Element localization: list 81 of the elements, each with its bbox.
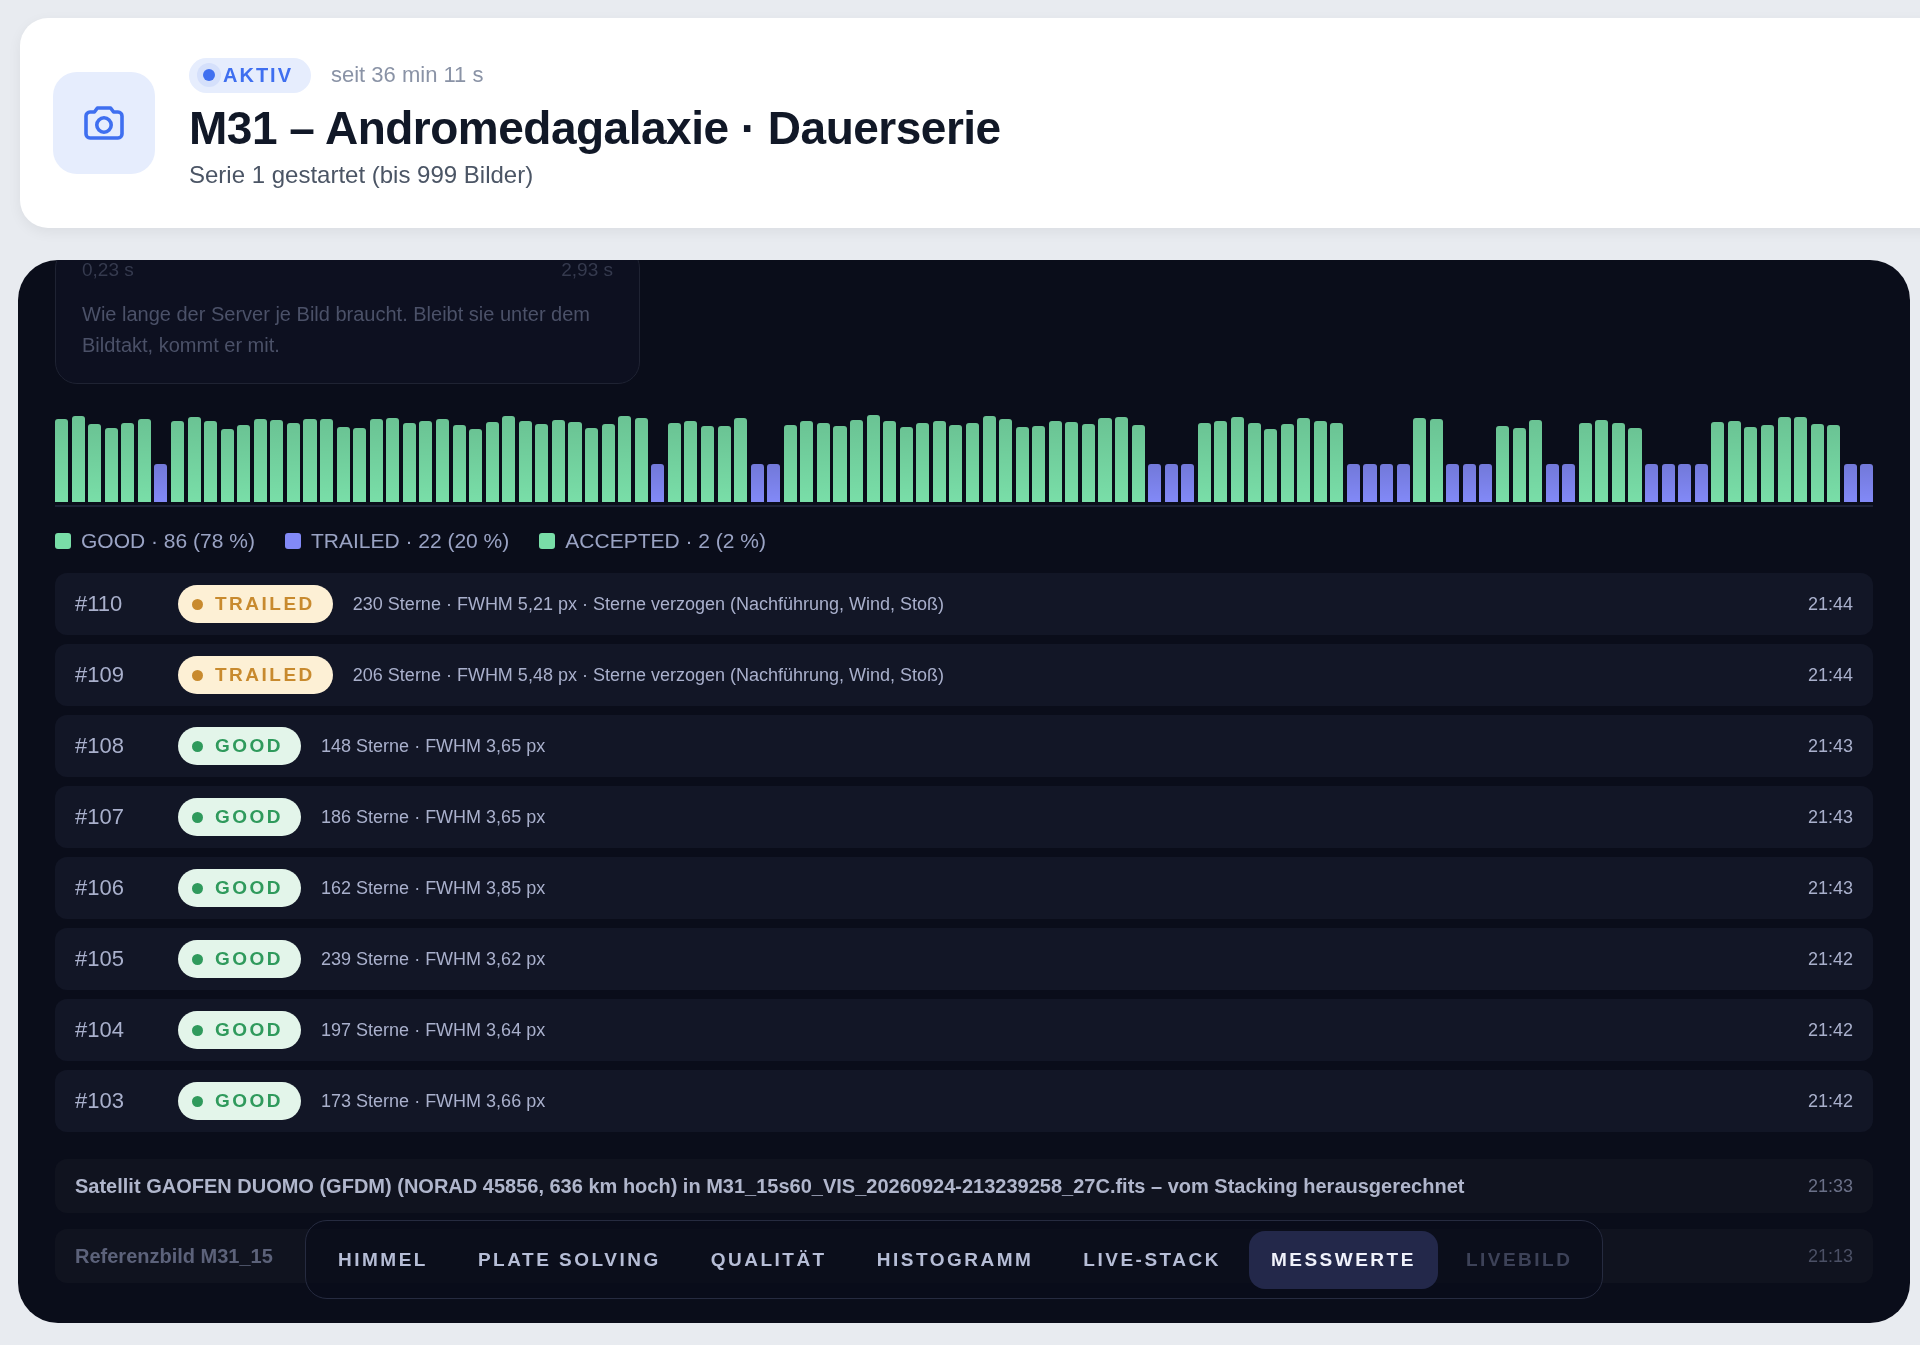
tab[interactable]: PLATE SOLVING <box>455 1230 683 1289</box>
frame-details: 230 Sterne · FWHM 5,21 px · Sterne verzogen (Nachführung, Wind, Stoß) <box>352 593 946 615</box>
legend-label: ACCEPTED · 2 (2 %) <box>565 529 766 553</box>
frame-time: 21:44 <box>1807 664 1853 686</box>
frame-bar <box>651 464 665 502</box>
frame-time: 21:43 <box>1807 735 1853 757</box>
frame-bar <box>1346 464 1360 502</box>
frame-number: #108 <box>75 733 125 759</box>
frame-row[interactable]: #107 GOOD 186 Sterne · FWHM 3,65 px 21:43 <box>55 786 1873 848</box>
card-description: Wie lange der Server je Bild braucht. Bleibt sie unter dem Bildtakt, kommt er mit. <box>82 302 592 358</box>
tab[interactable]: HISTOGRAMM <box>854 1230 1056 1289</box>
frame-time: 21:42 <box>1807 948 1853 970</box>
event-time: 21:33 <box>1807 1175 1853 1197</box>
status-badge: GOOD <box>178 727 302 765</box>
frame-bar <box>1148 464 1162 502</box>
elapsed-time: seit 36 min 11 s <box>331 62 484 88</box>
frame-bar <box>1462 464 1476 502</box>
frame-time: 21:43 <box>1807 806 1853 828</box>
frame-bar <box>1396 464 1410 502</box>
frame-details: 206 Sterne · FWHM 5,48 px · Sterne verzogen (Nachführung, Wind, Stoß) <box>352 664 946 686</box>
frame-number: #103 <box>75 1088 125 1114</box>
tab[interactable]: HIMMEL <box>316 1230 450 1289</box>
frame-row[interactable]: #109 TRAILED 206 Sterne · FWHM 5,48 px · Sterne verzogen (Nachführung, Wind, Stoß) 21:44 <box>55 644 1873 706</box>
page-title: M31 – Andromedagalaxie · Dauerserie <box>189 100 1001 155</box>
frame-bar <box>1181 464 1195 502</box>
frame-details: 239 Sterne · FWHM 3,62 px <box>321 948 547 970</box>
event-text: Satellit GAOFEN DUOMO (GFDM) (NORAD 45856, 636 km hoch) in M31_15s60_VIS_20260924-213239258_27C.fits – vom Stacking herausgerechnet <box>75 1174 1465 1198</box>
frame-row[interactable]: #108 GOOD 148 Sterne · FWHM 3,65 px 21:43 <box>55 715 1873 777</box>
legend-label: GOOD · 86 (78 %) <box>81 529 255 553</box>
frame-details: 197 Sterne · FWHM 3,64 px <box>321 1019 547 1041</box>
frame-number: #109 <box>75 662 125 688</box>
frame-row[interactable]: #103 GOOD 173 Sterne · FWHM 3,66 px 21:42 <box>55 1070 1873 1132</box>
frame-bar <box>1645 464 1659 502</box>
frame-bar <box>1562 464 1576 502</box>
frame-bar <box>1363 464 1377 502</box>
frame-bar <box>1446 464 1460 502</box>
status-badge: GOOD <box>178 1011 302 1049</box>
tab[interactable]: QUALITÄT <box>688 1230 849 1289</box>
subtitle: Serie 1 gestartet (bis 999 Bilder) <box>189 160 535 189</box>
frame-row[interactable]: #106 GOOD 162 Sterne · FWHM 3,85 px 21:43 <box>55 857 1873 919</box>
frame-bar <box>1479 464 1493 502</box>
status-badge: TRAILED <box>178 585 333 623</box>
frame-number: #104 <box>75 1017 125 1043</box>
status-badge: GOOD <box>178 940 302 978</box>
event-time: 21:13 <box>1807 1245 1853 1267</box>
frame-bar <box>1661 464 1675 502</box>
frame-bar <box>154 464 168 502</box>
frame-details: 173 Sterne · FWHM 3,66 px <box>321 1090 547 1112</box>
frame-bar <box>767 464 781 502</box>
frame-bar <box>1860 464 1874 502</box>
camera-icon <box>53 72 155 174</box>
status-badge: TRAILED <box>178 656 333 694</box>
event-text: Referenzbild M31_15 <box>75 1244 273 1268</box>
frame-bar <box>1678 464 1692 502</box>
legend-label: TRAILED · 22 (20 %) <box>310 529 510 553</box>
frame-bar <box>1843 464 1857 502</box>
tab[interactable]: MESSWERTE <box>1248 1230 1438 1289</box>
frame-time: 21:42 <box>1807 1090 1853 1112</box>
status-badge: GOOD <box>178 798 302 836</box>
frame-bar <box>1380 464 1394 502</box>
frame-number: #107 <box>75 804 125 830</box>
frame-row[interactable]: #110 TRAILED 230 Sterne · FWHM 5,21 px · Sterne verzogen (Nachführung, Wind, Stoß) 21:44 <box>55 573 1873 635</box>
frame-details: 186 Sterne · FWHM 3,65 px <box>321 806 547 828</box>
status-badge: GOOD <box>178 1082 302 1120</box>
tab[interactable]: LIVE-STACK <box>1061 1230 1243 1289</box>
frame-time: 21:43 <box>1807 877 1853 899</box>
frame-number: #110 <box>75 591 124 617</box>
status-badge: AKTIV <box>189 57 311 93</box>
status-badge: GOOD <box>178 869 302 907</box>
frame-time: 21:44 <box>1807 593 1853 615</box>
frame-bar <box>750 464 764 502</box>
frame-number: #105 <box>75 946 125 972</box>
frame-bar <box>1545 464 1559 502</box>
frame-time: 21:42 <box>1807 1019 1853 1041</box>
frame-details: 162 Sterne · FWHM 3,85 px <box>321 877 547 899</box>
frame-number: #106 <box>75 875 125 901</box>
frame-details: 148 Sterne · FWHM 3,65 px <box>321 735 547 757</box>
frame-row[interactable]: #105 GOOD 239 Sterne · FWHM 3,62 px 21:42 <box>55 928 1873 990</box>
frame-bar <box>1164 464 1178 502</box>
frame-bar <box>1694 464 1708 502</box>
frame-row[interactable]: #104 GOOD 197 Sterne · FWHM 3,64 px 21:42 <box>55 999 1873 1061</box>
